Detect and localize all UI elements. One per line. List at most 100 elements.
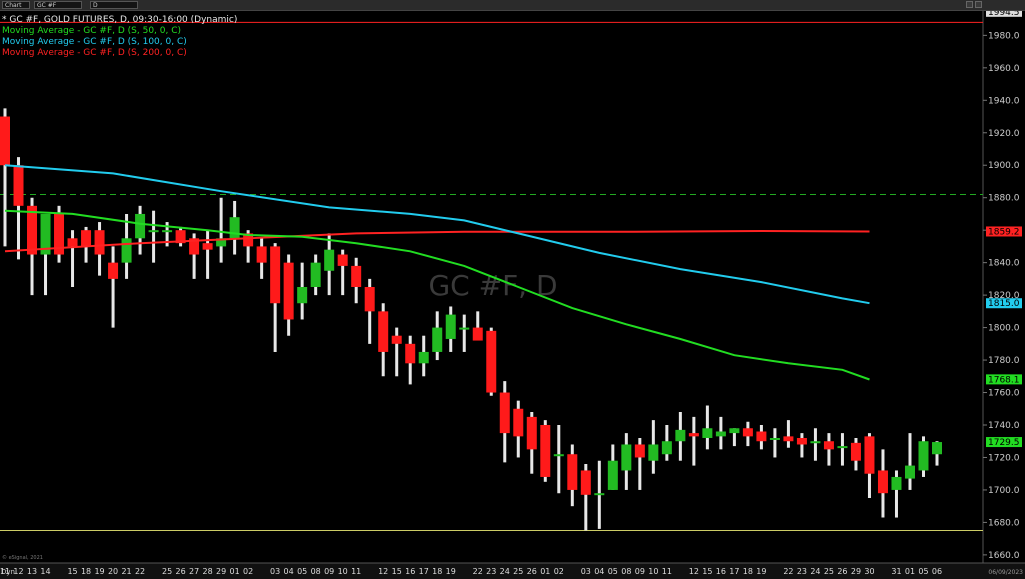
time-tick-label: 25 <box>162 567 172 576</box>
time-tick-label: 30 <box>864 567 874 576</box>
candle-body <box>324 249 335 271</box>
candle-body <box>688 433 699 437</box>
symbol-input[interactable]: GC #F <box>34 1 82 9</box>
candle-body <box>648 444 659 461</box>
chart-title: * GC #F, GOLD FUTURES, D, 09:30-16:00 (D… <box>2 15 238 25</box>
time-tick-label: 16 <box>716 567 726 576</box>
time-tick-label: 18 <box>81 567 91 576</box>
price-tick-label: 1660.0 <box>988 551 1020 561</box>
candle-body <box>567 454 578 490</box>
candle-body <box>418 351 429 364</box>
candle-body <box>729 428 740 434</box>
candle-body <box>742 428 753 437</box>
time-tick-label: 05 <box>608 567 618 576</box>
time-tick-label: 19 <box>756 567 766 576</box>
time-tick-label: 11 <box>0 567 10 576</box>
candle-body <box>553 454 564 457</box>
candle-body <box>378 311 389 352</box>
time-tick-label: 23 <box>486 567 496 576</box>
time-tick-label: 11 <box>351 567 361 576</box>
candle-body <box>783 436 794 442</box>
candle-body <box>351 265 362 287</box>
link-icon[interactable] <box>966 1 973 8</box>
candle-body <box>270 246 281 304</box>
ma50-price-tag: 1768.1 <box>988 375 1020 385</box>
candle-body <box>283 262 294 320</box>
candle-body <box>877 470 888 494</box>
chart-toolbar: Chart GC #F D <box>0 0 1025 11</box>
candle-body <box>864 436 875 474</box>
chart-menu-button[interactable]: Chart <box>2 1 30 9</box>
time-tick-label: 13 <box>27 567 37 576</box>
candle-body <box>675 429 686 442</box>
time-tick-label: 27 <box>189 567 199 576</box>
candle-body <box>13 165 24 206</box>
candle-body <box>486 330 497 393</box>
time-tick-label: 17 <box>419 567 429 576</box>
time-tick-label: 10 <box>338 567 348 576</box>
price-tick-label: 1720.0 <box>988 453 1020 463</box>
time-tick-label: 15 <box>702 567 712 576</box>
candle-body <box>256 246 267 263</box>
candle-body <box>459 327 470 330</box>
time-tick-label: 18 <box>432 567 442 576</box>
price-tick-label: 1680.0 <box>988 518 1020 528</box>
interval-input[interactable]: D <box>90 1 138 9</box>
time-tick-label: 14 <box>40 567 50 576</box>
candle-body <box>904 465 915 479</box>
time-tick-label: 01 <box>540 567 550 576</box>
time-tick-label: 05 <box>918 567 928 576</box>
candle-body <box>918 441 929 471</box>
candle-body <box>607 460 618 490</box>
candle-body <box>769 437 780 440</box>
candle-body <box>94 230 105 255</box>
time-tick-label: 03 <box>270 567 280 576</box>
candle-body <box>513 408 524 437</box>
candle-body <box>837 446 848 449</box>
candle-body <box>148 230 159 233</box>
settings-icon[interactable] <box>975 1 982 8</box>
time-tick-label: 26 <box>527 567 537 576</box>
time-tick-label: 05 <box>297 567 307 576</box>
candle-body <box>526 416 537 450</box>
candlestick-chart[interactable]: 1660.0 1680.0 1700.0 1720.0 1740.0 1760.0 1780… <box>0 11 1025 579</box>
time-tick-label: 04 <box>594 567 604 576</box>
price-tick-label: 1960.0 <box>988 64 1020 74</box>
time-tick-label: 25 <box>513 567 523 576</box>
time-tick-label: 06 <box>932 567 942 576</box>
candle-body <box>202 243 213 250</box>
price-tick-label: 1700.0 <box>988 486 1020 496</box>
time-tick-label: 16 <box>405 567 415 576</box>
candle-body <box>472 327 483 341</box>
top-price-tag: 1994.5 <box>988 11 1020 18</box>
time-tick-label: 02 <box>554 567 564 576</box>
candle-body <box>796 437 807 445</box>
time-tick-label: 02 <box>243 567 253 576</box>
time-tick-label: 03 <box>581 567 591 576</box>
time-tick-label: 04 <box>284 567 294 576</box>
candle-body <box>499 392 510 434</box>
ma100-legend: Moving Average - GC #F, D (S, 100, 0, C) <box>2 37 187 47</box>
candle-body <box>135 213 146 239</box>
price-tick-label: 1780.0 <box>988 356 1020 366</box>
candle-body <box>297 287 308 304</box>
ma200-legend: Moving Average - GC #F, D (S, 200, 0, C) <box>2 48 187 58</box>
time-tick-label: 29 <box>851 567 861 576</box>
candle-body <box>405 343 416 364</box>
time-tick-label: 09 <box>635 567 645 576</box>
time-tick-label: 26 <box>176 567 186 576</box>
time-tick-label: 19 <box>446 567 456 576</box>
price-tick-label: 1740.0 <box>988 421 1020 431</box>
time-tick-label: 20 <box>108 567 118 576</box>
chart-menu-label: Chart <box>5 2 22 9</box>
time-tick-label: 26 <box>837 567 847 576</box>
candle-body <box>162 230 173 233</box>
time-tick-label: 08 <box>311 567 321 576</box>
price-tick-label: 1880.0 <box>988 194 1020 204</box>
candle-body <box>432 327 443 352</box>
ma200-line <box>4 229 870 253</box>
candle-body <box>594 493 605 496</box>
candle-body <box>81 230 92 247</box>
last-price-tag: 1729.5 <box>988 438 1020 448</box>
time-tick-label: 22 <box>473 567 483 576</box>
